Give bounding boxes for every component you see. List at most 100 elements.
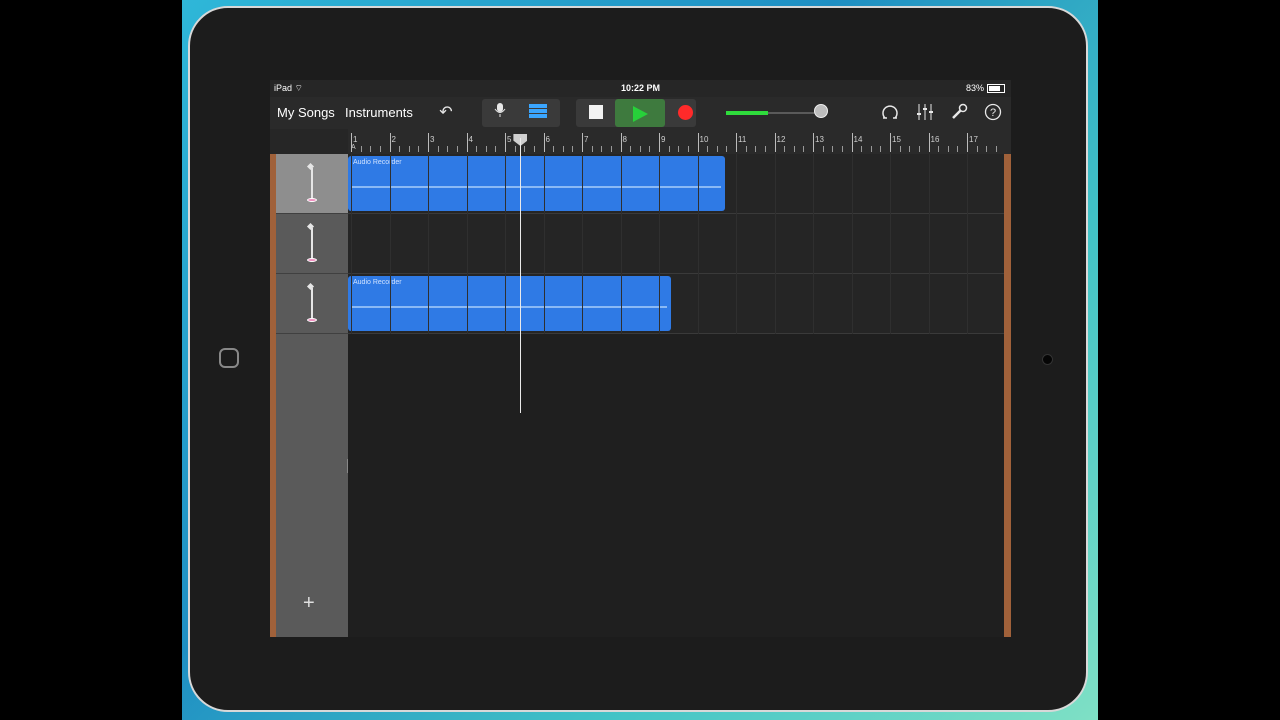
ruler-beat-tick	[630, 146, 632, 152]
track-header-2[interactable]	[276, 214, 348, 274]
my-songs-button[interactable]: My Songs	[277, 105, 335, 120]
bar-gridline	[389, 154, 391, 334]
ruler-bar-label: 14	[853, 135, 863, 144]
ruler-bar-tick	[928, 133, 930, 152]
ruler-beat-tick	[784, 146, 786, 152]
audio-region[interactable]: Audio Recorder	[348, 156, 726, 211]
ruler-bar-tick	[466, 133, 468, 152]
wrench-icon[interactable]	[949, 103, 969, 126]
bar-gridline	[967, 154, 968, 334]
playhead[interactable]	[520, 138, 522, 413]
help-icon[interactable]: ?	[983, 103, 1003, 126]
bar-gridline	[659, 154, 660, 334]
timeline-ruler[interactable]: A + 1234567891011121314151617	[348, 129, 1011, 154]
ruler-bar-label: 3	[430, 135, 435, 144]
bar-gridline	[505, 154, 506, 334]
ruler-bar-tick	[890, 133, 891, 152]
bar-gridline	[697, 154, 699, 334]
ruler-beat-tick	[562, 146, 564, 152]
ruler-bar-label: 11	[738, 135, 747, 144]
ruler-beat-tick	[986, 146, 988, 152]
bar-gridline	[582, 154, 583, 334]
mixer-icon[interactable]	[915, 103, 935, 126]
ruler-beat-tick	[995, 146, 997, 152]
master-volume-slider[interactable]	[726, 111, 820, 115]
ruler-bar-label: 13	[815, 135, 824, 144]
ruler-beat-tick	[379, 146, 381, 152]
record-button[interactable]	[678, 105, 693, 120]
ruler-bar-tick	[428, 133, 429, 152]
ruler-beat-tick	[408, 146, 410, 152]
ruler-bar-tick	[659, 133, 660, 152]
battery-status: 83%	[966, 83, 1005, 94]
ruler-beat-tick	[514, 146, 516, 152]
ruler-bar-tick	[620, 133, 622, 152]
bar-gridline	[736, 154, 737, 334]
ruler-bar-tick	[774, 133, 776, 152]
ruler-bar-label: 5	[507, 135, 512, 144]
ruler-beat-tick	[447, 146, 449, 152]
master-volume-level	[726, 111, 769, 115]
instruments-button[interactable]: Instruments	[345, 105, 413, 120]
track-header-3[interactable]	[276, 274, 348, 334]
ruler-beat-tick	[418, 146, 420, 152]
ruler-beat-tick	[476, 146, 478, 152]
ruler-bar-label: 4	[468, 135, 473, 144]
add-track-button[interactable]: +	[303, 592, 315, 615]
tracks-area[interactable]: Audio Recorder Audio Recorder	[348, 154, 1004, 637]
ruler-beat-tick	[870, 146, 872, 152]
ruler-beat-tick	[803, 146, 805, 152]
loop-browser-icon[interactable]	[880, 103, 900, 126]
ruler-beat-tick	[533, 146, 535, 152]
master-volume-knob[interactable]	[814, 104, 828, 118]
bar-gridline	[428, 154, 429, 334]
undo-icon[interactable]: ↶	[436, 102, 456, 122]
ruler-beat-tick	[456, 146, 458, 152]
ruler-beat-tick	[918, 146, 920, 152]
ruler-bar-label: 7	[584, 135, 589, 144]
ruler-bar-tick	[967, 133, 968, 152]
ruler-beat-tick	[437, 146, 439, 152]
ruler-bar-label: 1	[353, 135, 358, 144]
garageband-screen: iPad ⌔ 10:22 PM 83% My Songs Instruments…	[270, 80, 1011, 637]
bar-gridline	[351, 154, 352, 334]
ruler-beat-tick	[687, 146, 689, 152]
ruler-beat-tick	[880, 146, 882, 152]
ruler-bar-label: 9	[661, 135, 666, 144]
camera	[1042, 354, 1053, 365]
ruler-beat-tick	[976, 146, 978, 152]
bar-gridline	[774, 154, 776, 334]
svg-text:?: ?	[990, 107, 996, 119]
stop-button[interactable]	[589, 105, 603, 119]
ruler-bar-label: 10	[699, 135, 709, 144]
ruler-beat-tick	[572, 146, 574, 152]
play-button[interactable]	[615, 99, 665, 127]
ruler-beat-tick	[716, 146, 718, 152]
ruler-bar-tick	[351, 133, 352, 152]
bar-gridline	[851, 154, 853, 334]
ruler-beat-tick	[591, 146, 593, 152]
ruler-bar-label: 16	[930, 135, 940, 144]
ruler-beat-tick	[649, 146, 651, 152]
bar-gridline	[466, 154, 468, 334]
region-title: Audio Recorder	[353, 159, 402, 166]
ruler-beat-tick	[899, 146, 901, 152]
ruler-bar-label: 2	[391, 135, 396, 144]
audio-region[interactable]: Audio Recorder	[348, 276, 672, 331]
ruler-bar-tick	[851, 133, 853, 152]
ruler-beat-tick	[485, 146, 487, 152]
ruler-beat-tick	[553, 146, 555, 152]
ruler-beat-tick	[909, 146, 911, 152]
toolbar: My Songs Instruments ↶ ?	[270, 97, 1011, 129]
ruler-bar-label: 6	[545, 135, 550, 144]
tracks-view-icon[interactable]	[528, 104, 548, 123]
track-lane-2[interactable]	[348, 214, 1004, 274]
clock: 10:22 PM	[620, 83, 661, 93]
ruler-beat-tick	[861, 146, 863, 152]
waveform	[352, 186, 722, 188]
microphone-icon[interactable]	[490, 102, 510, 123]
ruler-bar-label: 8	[622, 135, 627, 144]
track-header-1[interactable]	[276, 154, 348, 214]
bar-gridline	[813, 154, 814, 334]
home-button[interactable]	[219, 348, 239, 368]
